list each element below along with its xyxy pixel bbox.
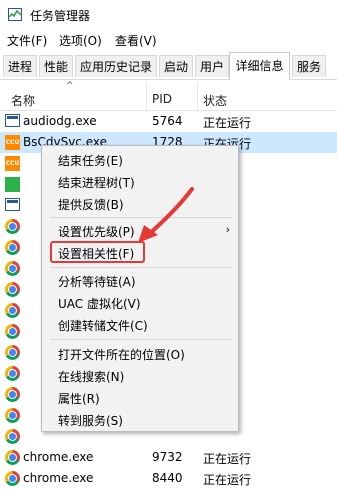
tab-users[interactable]: 用户 (195, 55, 229, 77)
chrome-icon (5, 450, 20, 465)
chrome-icon (5, 240, 20, 255)
chrome-icon (5, 345, 20, 360)
app-blue-icon (5, 198, 20, 213)
annotation-arrow-icon (138, 187, 194, 243)
col-pid[interactable]: PID (152, 92, 172, 106)
process-status: 正在运行 (203, 116, 252, 130)
ccu-icon: CCU (5, 135, 20, 150)
menu-file[interactable]: 文件(F) (7, 32, 47, 49)
ctx-separator (50, 267, 232, 268)
col-status[interactable]: 状态 (203, 92, 227, 109)
tab-app-history[interactable]: 应用历史记录 (75, 55, 157, 77)
column-divider[interactable] (197, 82, 198, 112)
column-header: ^ 名称 PID 状态 (0, 80, 337, 111)
title-bar: 任务管理器 (0, 0, 337, 30)
ctx-search-online[interactable]: 在线搜索(N) (42, 365, 238, 387)
process-row[interactable]: chrome.exe 9732 正在运行 (0, 447, 337, 468)
process-status: 正在运行 (203, 473, 252, 487)
tab-services[interactable]: 服务 (292, 55, 326, 77)
ccu-icon: CCU (5, 156, 20, 171)
tab-startup[interactable]: 启动 (159, 55, 193, 77)
ctx-go-to-service[interactable]: 转到服务(S) (42, 409, 238, 431)
process-row[interactable]: chrome.exe 8440 正在运行 (0, 468, 337, 489)
chevron-right-icon: › (225, 223, 230, 236)
ctx-end-task[interactable]: 结束任务(E) (42, 149, 238, 171)
column-divider[interactable] (146, 82, 147, 112)
process-pid: 9732 (152, 450, 183, 464)
menu-view[interactable]: 查看(V) (115, 32, 157, 49)
col-name[interactable]: 名称 (11, 92, 35, 109)
chrome-icon (5, 303, 20, 318)
ctx-create-dump[interactable]: 创建转储文件(C) (42, 314, 238, 336)
chrome-icon (5, 219, 20, 234)
ctx-open-file-location[interactable]: 打开文件所在的位置(O) (42, 343, 238, 365)
chrome-icon (5, 429, 20, 444)
process-pid: 5764 (152, 114, 183, 128)
ctx-properties[interactable]: 属性(R) (42, 387, 238, 409)
chrome-icon (5, 282, 20, 297)
ctx-uac-virtualization[interactable]: UAC 虚拟化(V) (42, 292, 238, 314)
green-icon (5, 177, 20, 192)
tab-performance[interactable]: 性能 (39, 55, 73, 77)
process-name: chrome.exe (23, 450, 94, 464)
chrome-icon (5, 324, 20, 339)
tab-processes[interactable]: 进程 (3, 55, 37, 77)
chrome-icon (5, 387, 20, 402)
chrome-icon (5, 261, 20, 276)
task-manager-icon (8, 8, 22, 21)
process-name: chrome.exe (23, 471, 94, 485)
chrome-icon (5, 471, 20, 486)
menu-bar: 文件(F) 选项(O) 查看(V) (0, 30, 337, 50)
process-row[interactable]: audiodg.exe 5764 正在运行 (0, 111, 337, 132)
chrome-icon (5, 366, 20, 381)
chrome-icon (5, 408, 20, 423)
ctx-separator (50, 339, 232, 340)
window-title: 任务管理器 (30, 9, 91, 23)
process-name: audiodg.exe (23, 114, 97, 128)
app-blue-icon (5, 114, 20, 129)
tab-bar: 进程 性能 应用历史记录 启动 用户 详细信息 服务 (0, 52, 337, 80)
process-status: 正在运行 (203, 452, 252, 466)
sort-up-icon: ^ (66, 81, 74, 91)
tab-details[interactable]: 详细信息 (229, 52, 290, 80)
ctx-analyze-wait-chain[interactable]: 分析等待链(A) (42, 270, 238, 292)
process-pid: 8440 (152, 471, 183, 485)
menu-options[interactable]: 选项(O) (59, 32, 102, 49)
